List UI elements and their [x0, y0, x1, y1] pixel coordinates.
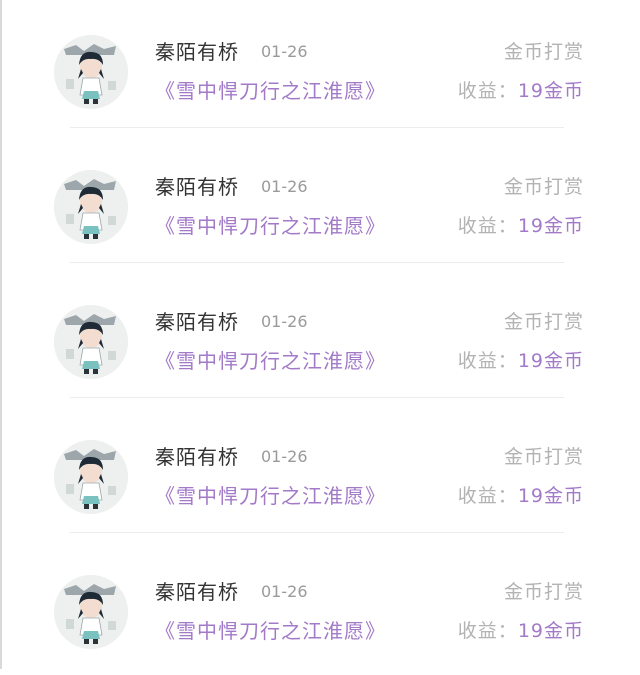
- reward-list: 秦陌有桥 01-26 《雪中悍刀行之江淮愿》 金币打赏 收益：19金币 秦陌有桥…: [0, 0, 640, 675]
- reward-item[interactable]: 秦陌有桥 01-26 《雪中悍刀行之江淮愿》 金币打赏 收益：19金币: [0, 270, 640, 405]
- chibi-character-avatar-icon: [54, 170, 128, 244]
- book-title-link[interactable]: 《雪中悍刀行之江淮愿》: [155, 616, 386, 646]
- chibi-character-avatar-icon: [54, 305, 128, 379]
- income-value: 19金币: [517, 620, 584, 642]
- book-title-link[interactable]: 《雪中悍刀行之江淮愿》: [155, 211, 386, 241]
- income-value: 19金币: [517, 80, 584, 102]
- book-title-link[interactable]: 《雪中悍刀行之江淮愿》: [155, 76, 386, 106]
- reward-type-label: 金币打赏: [503, 176, 584, 198]
- reward-item[interactable]: 秦陌有桥 01-26 《雪中悍刀行之江淮愿》 金币打赏 收益：19金币: [0, 540, 640, 675]
- income-label: 收益：: [457, 215, 518, 237]
- income-display: 收益：19金币: [458, 211, 584, 241]
- income-value: 19金币: [517, 215, 584, 237]
- book-title-link[interactable]: 《雪中悍刀行之江淮愿》: [155, 346, 386, 376]
- income-label: 收益：: [457, 485, 518, 507]
- chibi-character-avatar-icon: [54, 440, 128, 514]
- reward-type-label: 金币打赏: [503, 446, 584, 468]
- user-name[interactable]: 秦陌有桥: [155, 308, 239, 336]
- income-display: 收益：19金币: [458, 616, 584, 646]
- reward-item[interactable]: 秦陌有桥 01-26 《雪中悍刀行之江淮愿》 金币打赏 收益：19金币: [0, 135, 640, 270]
- income-label: 收益：: [457, 80, 518, 102]
- chibi-character-avatar-icon: [54, 35, 128, 109]
- user-name[interactable]: 秦陌有桥: [155, 173, 239, 201]
- user-avatar[interactable]: [54, 575, 128, 649]
- reward-item[interactable]: 秦陌有桥 01-26 《雪中悍刀行之江淮愿》 金币打赏 收益：19金币: [0, 0, 640, 135]
- user-avatar[interactable]: [54, 35, 128, 109]
- reward-date: 01-26: [261, 42, 308, 61]
- row-divider: [70, 262, 564, 263]
- income-label: 收益：: [457, 620, 518, 642]
- income-label: 收益：: [457, 350, 518, 372]
- row-divider: [70, 127, 564, 128]
- income-display: 收益：19金币: [458, 346, 584, 376]
- chibi-character-avatar-icon: [54, 575, 128, 649]
- income-value: 19金币: [517, 485, 584, 507]
- user-name[interactable]: 秦陌有桥: [155, 38, 239, 66]
- income-display: 收益：19金币: [458, 76, 584, 106]
- user-name[interactable]: 秦陌有桥: [155, 578, 239, 606]
- book-title-link[interactable]: 《雪中悍刀行之江淮愿》: [155, 481, 386, 511]
- row-divider: [70, 532, 564, 533]
- income-value: 19金币: [517, 350, 584, 372]
- reward-date: 01-26: [261, 582, 308, 601]
- reward-type-label: 金币打赏: [503, 581, 584, 603]
- reward-type-label: 金币打赏: [503, 311, 584, 333]
- reward-date: 01-26: [261, 177, 308, 196]
- reward-type-label: 金币打赏: [503, 41, 584, 63]
- row-divider: [70, 397, 564, 398]
- income-display: 收益：19金币: [458, 481, 584, 511]
- user-avatar[interactable]: [54, 170, 128, 244]
- user-avatar[interactable]: [54, 440, 128, 514]
- reward-date: 01-26: [261, 312, 308, 331]
- reward-item[interactable]: 秦陌有桥 01-26 《雪中悍刀行之江淮愿》 金币打赏 收益：19金币: [0, 405, 640, 540]
- user-name[interactable]: 秦陌有桥: [155, 443, 239, 471]
- reward-date: 01-26: [261, 447, 308, 466]
- user-avatar[interactable]: [54, 305, 128, 379]
